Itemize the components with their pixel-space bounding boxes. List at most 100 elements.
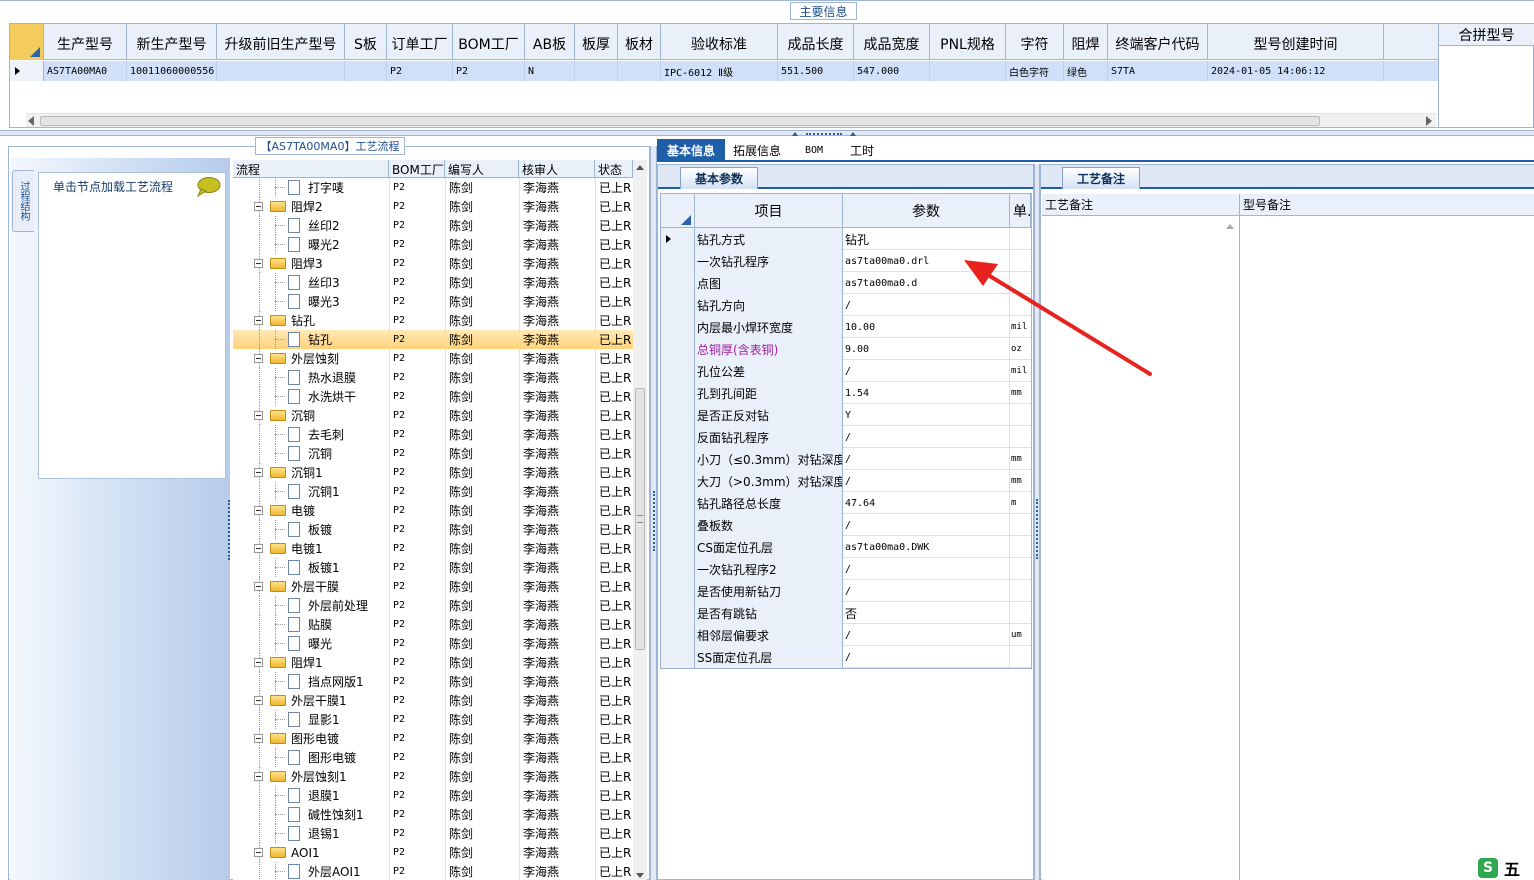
splitter-grip-icon[interactable]: [792, 131, 856, 136]
main-col-header[interactable]: 订单工厂: [387, 24, 453, 60]
flow-col-header[interactable]: 核审人: [519, 160, 595, 178]
main-col-header[interactable]: PNL规格: [930, 24, 1006, 60]
flow-tree-row[interactable]: 沉铜1 P2 陈剑 李海燕 已上R: [233, 463, 633, 482]
flow-tree-row[interactable]: 曝光 P2 陈剑 李海燕 已上R: [233, 634, 633, 653]
param-value[interactable]: /: [843, 624, 1010, 646]
flow-col-header[interactable]: 状态: [595, 160, 633, 178]
main-col-header[interactable]: 验收标准: [661, 24, 778, 60]
main-cell[interactable]: [618, 61, 661, 81]
splitter-vertical-left[interactable]: [650, 146, 657, 880]
main-col-header[interactable]: 新生产型号: [127, 24, 217, 60]
flow-tree-row[interactable]: 阻焊3 P2 陈剑 李海燕 已上R: [233, 254, 633, 273]
param-value[interactable]: 否: [843, 602, 1010, 624]
scroll-thumb[interactable]: [40, 116, 1320, 126]
params-row[interactable]: 反面钻孔程序 /: [661, 426, 1031, 448]
flow-tree-row[interactable]: 沉铜 P2 陈剑 李海燕 已上R: [233, 444, 633, 463]
flow-col-header[interactable]: 流程: [233, 160, 389, 178]
flow-tree-row[interactable]: 钻孔 P2 陈剑 李海燕 已上R: [233, 311, 633, 330]
params-row[interactable]: 叠板数 /: [661, 514, 1031, 536]
flow-tree-row[interactable]: 水洗烘干 P2 陈剑 李海燕 已上R: [233, 387, 633, 406]
params-row[interactable]: 大刀（>0.3mm）对钻深度 / mm: [661, 470, 1031, 492]
main-cell[interactable]: P2: [453, 61, 525, 81]
sidebar-collapse-handle[interactable]: [228, 500, 232, 560]
merge-model-header[interactable]: 合拼型号: [1439, 24, 1534, 46]
param-value[interactable]: /: [843, 580, 1010, 602]
params-row[interactable]: 相邻层偏要求 / um: [661, 624, 1031, 646]
flow-tree-row[interactable]: 板镀 P2 陈剑 李海燕 已上R: [233, 520, 633, 539]
flow-tree-row[interactable]: 沉铜 P2 陈剑 李海燕 已上R: [233, 406, 633, 425]
main-col-header[interactable]: 板厚: [575, 24, 618, 60]
main-cell[interactable]: [930, 61, 1006, 81]
params-row[interactable]: SS面定位孔层 /: [661, 646, 1031, 668]
main-col-header[interactable]: 成品宽度: [854, 24, 930, 60]
param-value[interactable]: /: [843, 514, 1010, 536]
flow-tree-row[interactable]: 丝印2 P2 陈剑 李海燕 已上R: [233, 216, 633, 235]
params-row[interactable]: 是否使用新钻刀 /: [661, 580, 1031, 602]
param-value[interactable]: as7ta00ma0.DWK: [843, 536, 1010, 558]
grid-corner[interactable]: [10, 24, 44, 60]
params-col-header[interactable]: 参数: [843, 194, 1010, 228]
params-row[interactable]: 小刀（≤0.3mm）对钻深度 / mm: [661, 448, 1031, 470]
flow-tree-row[interactable]: 退膜1 P2 陈剑 李海燕 已上R: [233, 786, 633, 805]
flow-tree-row[interactable]: 碱性蚀刻1 P2 陈剑 李海燕 已上R: [233, 805, 633, 824]
params-col-header[interactable]: 项目: [695, 194, 843, 228]
main-cell[interactable]: N: [525, 61, 575, 81]
flow-tree-row[interactable]: 外层蚀刻1 P2 陈剑 李海燕 已上R: [233, 767, 633, 786]
main-cell[interactable]: 绿色: [1064, 61, 1108, 81]
main-col-header[interactable]: 阻焊: [1064, 24, 1108, 60]
flow-tree-row[interactable]: 挡点网版1 P2 陈剑 李海燕 已上R: [233, 672, 633, 691]
main-info-row-selected[interactable]: AS7TA00MA0 10011060000556 P2 P2 N IPC-6012 Ⅱ级…: [10, 61, 1438, 81]
param-value[interactable]: 1.54: [843, 382, 1010, 404]
flow-tree-row[interactable]: 图形电镀 P2 陈剑 李海燕 已上R: [233, 729, 633, 748]
main-cell[interactable]: 551.500: [778, 61, 854, 81]
flow-tree-row[interactable]: 图形电镀 P2 陈剑 李海燕 已上R: [233, 748, 633, 767]
main-cell[interactable]: [217, 61, 345, 81]
main-cell[interactable]: 547.000: [854, 61, 930, 81]
params-row[interactable]: 是否正反对钻 Y: [661, 404, 1031, 426]
main-col-header[interactable]: BOM工厂: [453, 24, 525, 60]
flow-tree-row[interactable]: 显影1 P2 陈剑 李海燕 已上R: [233, 710, 633, 729]
main-col-header[interactable]: 板材: [618, 24, 661, 60]
horizontal-scrollbar[interactable]: [26, 113, 1436, 127]
flow-tree-row[interactable]: 打字唛 P2 陈剑 李海燕 已上R: [233, 178, 633, 197]
params-col-header[interactable]: 单.: [1010, 194, 1031, 228]
params-row[interactable]: CS面定位孔层 as7ta00ma0.DWK: [661, 536, 1031, 558]
scroll-down-arrow[interactable]: [636, 873, 644, 878]
flow-vertical-scrollbar[interactable]: [633, 160, 647, 880]
flow-col-header[interactable]: 编写人: [445, 160, 519, 178]
flow-tree-row[interactable]: 曝光3 P2 陈剑 李海燕 已上R: [233, 292, 633, 311]
main-cell[interactable]: 2024-01-05 14:06:12: [1208, 61, 1384, 81]
param-value[interactable]: 钻孔: [843, 228, 1010, 250]
param-value[interactable]: Y: [843, 404, 1010, 426]
param-value[interactable]: /: [843, 470, 1010, 492]
param-value[interactable]: /: [843, 448, 1010, 470]
param-value[interactable]: /: [843, 558, 1010, 580]
subtab-basic-params[interactable]: 基本参数: [680, 167, 758, 189]
scroll-right-arrow[interactable]: [1426, 116, 1432, 126]
main-col-header[interactable]: AB板: [525, 24, 575, 60]
flow-tree-row[interactable]: 阻焊1 P2 陈剑 李海燕 已上R: [233, 653, 633, 672]
main-col-header[interactable]: 终端客户代码: [1108, 24, 1208, 60]
flow-tree-row[interactable]: 阻焊2 P2 陈剑 李海燕 已上R: [233, 197, 633, 216]
main-cell[interactable]: 10011060000556: [127, 61, 217, 81]
scroll-left-arrow[interactable]: [28, 116, 34, 126]
tab-2[interactable]: BOM: [789, 139, 839, 161]
flow-tree-row[interactable]: 外层前处理 P2 陈剑 李海燕 已上R: [233, 596, 633, 615]
main-cell[interactable]: 白色字符: [1006, 61, 1064, 81]
main-cell[interactable]: [345, 61, 387, 81]
main-col-header[interactable]: 成品长度: [778, 24, 854, 60]
flow-tree-row[interactable]: 贴膜 P2 陈剑 李海燕 已上R: [233, 615, 633, 634]
flow-tree-row[interactable]: 丝印3 P2 陈剑 李海燕 已上R: [233, 273, 633, 292]
main-cell[interactable]: S7TA: [1108, 61, 1208, 81]
flow-tree-row[interactable]: 外层AOI1 P2 陈剑 李海燕 已上R: [233, 862, 633, 880]
notes-textarea-model[interactable]: [1240, 216, 1534, 880]
flow-tree-row[interactable]: 外层干膜1 P2 陈剑 李海燕 已上R: [233, 691, 633, 710]
main-col-header[interactable]: 升级前旧生产型号: [217, 24, 345, 60]
flow-tree-row[interactable]: 板镀1 P2 陈剑 李海燕 已上R: [233, 558, 633, 577]
params-corner[interactable]: [661, 194, 695, 228]
main-col-header[interactable]: 字符: [1006, 24, 1064, 60]
param-value[interactable]: 47.64: [843, 492, 1010, 514]
params-row[interactable]: 孔到孔间距 1.54 mm: [661, 382, 1031, 404]
tab-0[interactable]: 基本信息: [657, 139, 725, 161]
flow-col-header[interactable]: BOM工厂: [389, 160, 445, 178]
